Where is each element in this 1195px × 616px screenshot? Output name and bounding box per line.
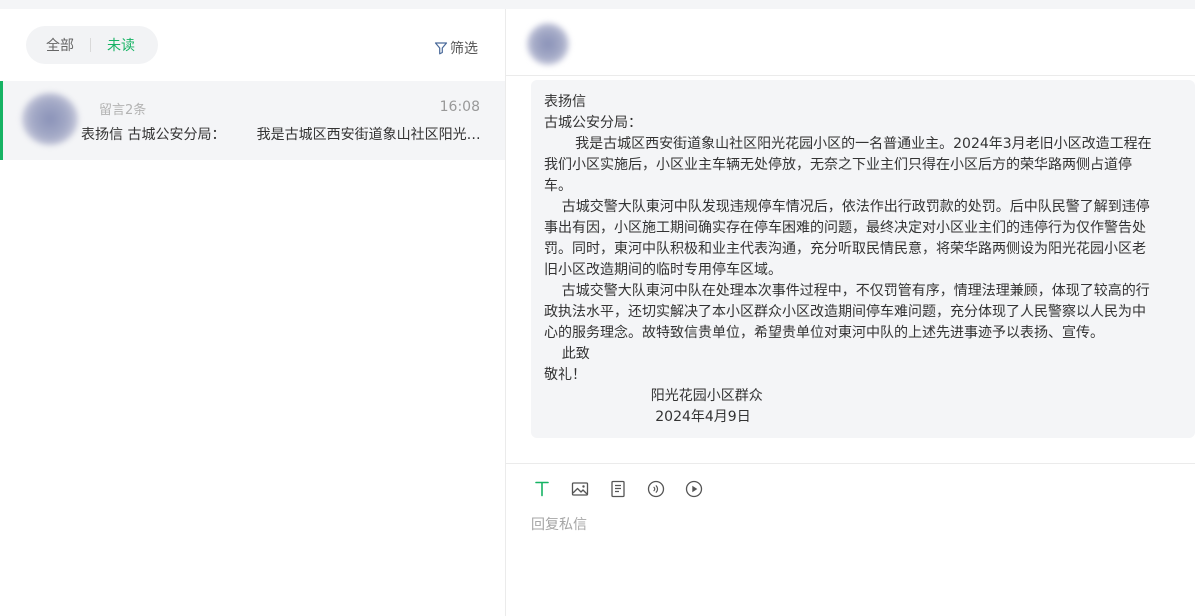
composer-divider <box>506 463 1195 464</box>
read-filter-segmented: 全部 未读 <box>26 26 158 64</box>
message-line: 车。 <box>544 178 572 194</box>
filter-all-tab[interactable]: 全部 <box>46 35 74 55</box>
audio-icon[interactable] <box>645 478 667 500</box>
message-line: 2024年4月9日 <box>544 409 751 425</box>
video-play-icon[interactable] <box>683 478 705 500</box>
image-icon[interactable] <box>569 478 591 500</box>
text-icon[interactable] <box>531 478 553 500</box>
message-line: 古城公安分局： <box>544 115 642 131</box>
message-line: 我们小区实施后，小区业主车辆无处停放，无奈之下业主们只得在小区后方的荣华路两侧占… <box>544 157 1132 173</box>
message-line: 罚。同时，東河中队积极和业主代表沟通，充分听取民情民意，将荣华路两侧设为阳光花园… <box>544 241 1146 257</box>
message-line: 古城交警大队東河中队在处理本次事件过程中，不仅罚管有序，情理法理兼顾，体现了较高… <box>544 283 1150 299</box>
segment-divider <box>90 38 91 52</box>
conversation-subtitle: 留言2条 <box>99 103 147 118</box>
top-strip <box>0 0 1195 9</box>
message-line: 阳光花园小区群众 <box>544 388 763 404</box>
message-line: 我是古城区西安街道象山社区阳光花园小区的一名普通业主。2024年3月老旧小区改造… <box>544 136 1152 152</box>
filter-button[interactable]: 筛选 <box>434 38 478 58</box>
conversation-item[interactable]: 留言2条 16:08 表扬信 古城公安分局： 我是古城区西安街道象山社区阳光花园… <box>0 81 505 160</box>
avatar <box>527 23 569 65</box>
composer-toolbar <box>531 478 721 500</box>
message-line: 心的服务理念。故特致信贵单位，希望贵单位对東河中队的上述先进事迹予以表扬、宣传。 <box>544 325 1104 341</box>
avatar <box>22 93 78 145</box>
filter-unread-tab[interactable]: 未读 <box>107 35 135 55</box>
message-line: 事出有因，小区施工期间确实存在停车困难的问题，最终决定对小区业主们的违停行为仅作… <box>544 220 1146 236</box>
conversation-time: 16:08 <box>439 99 480 115</box>
chat-header <box>506 9 1195 76</box>
funnel-icon <box>434 42 448 55</box>
message-line: 表扬信 <box>544 94 586 110</box>
message-line: 旧小区改造期间的临时专用停车区域。 <box>544 262 782 278</box>
reply-input[interactable] <box>531 514 1171 594</box>
filter-label: 筛选 <box>450 41 478 57</box>
conversation-list-panel: 全部 未读 筛选 留言2条 16:08 表扬信 古城公安分局： 我是古城区西安街… <box>0 9 505 616</box>
message-line: 此致 <box>544 346 590 362</box>
conversation-preview: 表扬信 古城公安分局： 我是古城区西安街道象山社区阳光花园小区的一名普通业主。2… <box>81 127 486 143</box>
message-detail-panel: 表扬信古城公安分局： 我是古城区西安街道象山社区阳光花园小区的一名普通业主。20… <box>506 9 1195 616</box>
message-line: 政执法水平，还切实解决了本小区群众小区改造期间停车难问题，充分体现了人民警察以人… <box>544 304 1146 320</box>
document-icon[interactable] <box>607 478 629 500</box>
message-line: 敬礼！ <box>544 367 586 383</box>
message-bubble: 表扬信古城公安分局： 我是古城区西安街道象山社区阳光花园小区的一名普通业主。20… <box>531 80 1195 438</box>
message-line: 古城交警大队東河中队发现违规停车情况后，依法作出行政罚款的处罚。后中队民警了解到… <box>544 199 1150 215</box>
